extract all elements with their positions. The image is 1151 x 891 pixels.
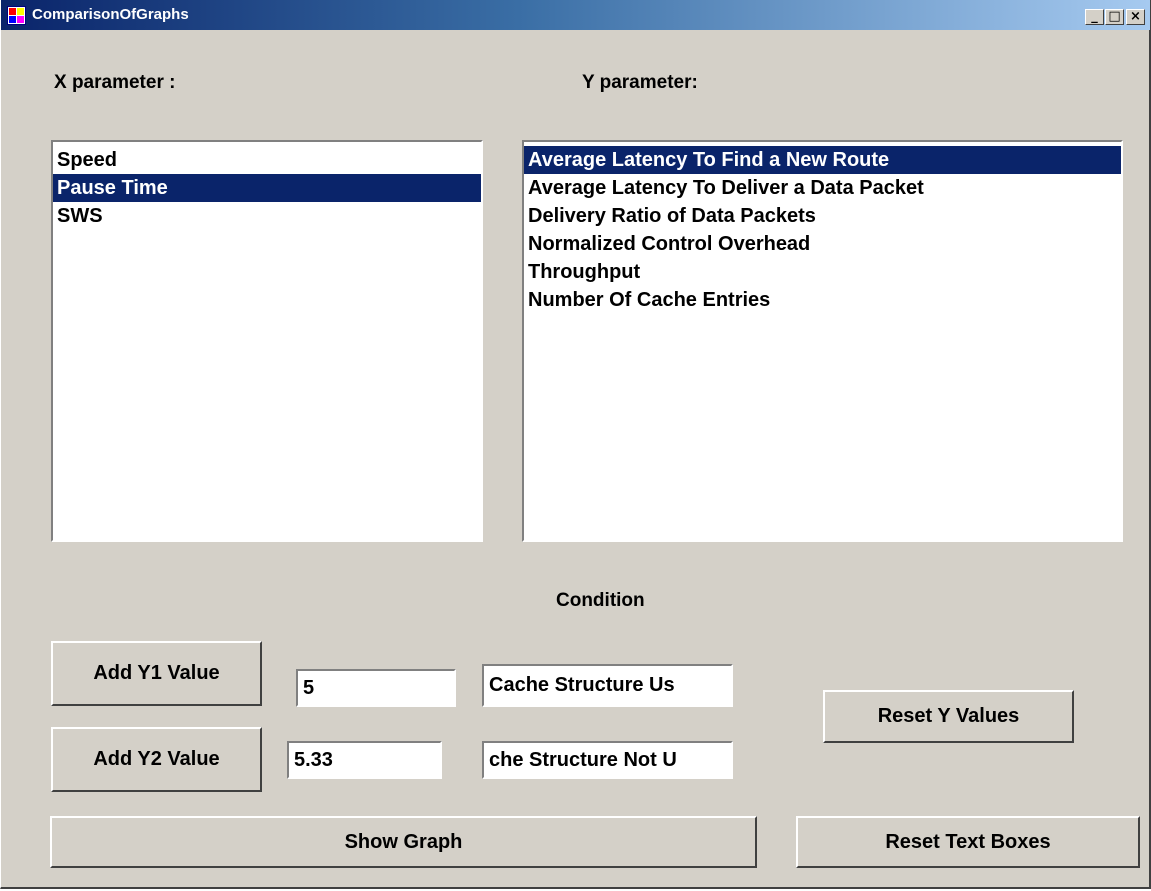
reset-text-boxes-button[interactable]: Reset Text Boxes	[796, 816, 1140, 868]
minimize-button[interactable]: _	[1085, 9, 1104, 25]
y2-condition-input[interactable]: che Structure Not U	[482, 741, 733, 779]
minimize-icon: _	[1091, 9, 1098, 24]
y1-condition-input[interactable]: Cache Structure Us	[482, 664, 733, 707]
reset-y-values-button[interactable]: Reset Y Values	[823, 690, 1074, 743]
window-title: ComparisonOfGraphs	[32, 6, 189, 23]
close-icon: ×	[1130, 9, 1141, 24]
y-parameter-listbox[interactable]: Average Latency To Find a New Route Avera…	[522, 140, 1123, 542]
comparison-window: ComparisonOfGraphs _ □ × X parameter : Y…	[0, 0, 1151, 889]
list-item[interactable]: SWS	[53, 202, 481, 230]
list-item[interactable]: Average Latency To Deliver a Data Packet	[524, 174, 1121, 202]
app-icon	[7, 6, 26, 25]
add-y1-value-button[interactable]: Add Y1 Value	[51, 641, 262, 706]
list-item[interactable]: Normalized Control Overhead	[524, 230, 1121, 258]
title-bar[interactable]: ComparisonOfGraphs _ □ ×	[1, 0, 1150, 30]
y1-value-input[interactable]: 5	[296, 669, 456, 707]
list-item[interactable]: Speed	[53, 146, 481, 174]
list-item[interactable]: Throughput	[524, 258, 1121, 286]
maximize-icon: □	[1108, 9, 1121, 24]
close-button[interactable]: ×	[1126, 9, 1145, 25]
x-parameter-listbox[interactable]: Speed Pause Time SWS	[51, 140, 483, 542]
x-parameter-label: X parameter :	[54, 72, 176, 93]
y2-value-input[interactable]: 5.33	[287, 741, 442, 779]
list-item[interactable]: Number Of Cache Entries	[524, 286, 1121, 314]
list-item[interactable]: Delivery Ratio of Data Packets	[524, 202, 1121, 230]
list-item[interactable]: Average Latency To Find a New Route	[524, 146, 1121, 174]
condition-label: Condition	[556, 590, 645, 611]
add-y2-value-button[interactable]: Add Y2 Value	[51, 727, 262, 792]
list-item[interactable]: Pause Time	[53, 174, 481, 202]
y-parameter-label: Y parameter:	[582, 72, 698, 93]
maximize-button[interactable]: □	[1105, 9, 1124, 25]
show-graph-button[interactable]: Show Graph	[50, 816, 757, 868]
